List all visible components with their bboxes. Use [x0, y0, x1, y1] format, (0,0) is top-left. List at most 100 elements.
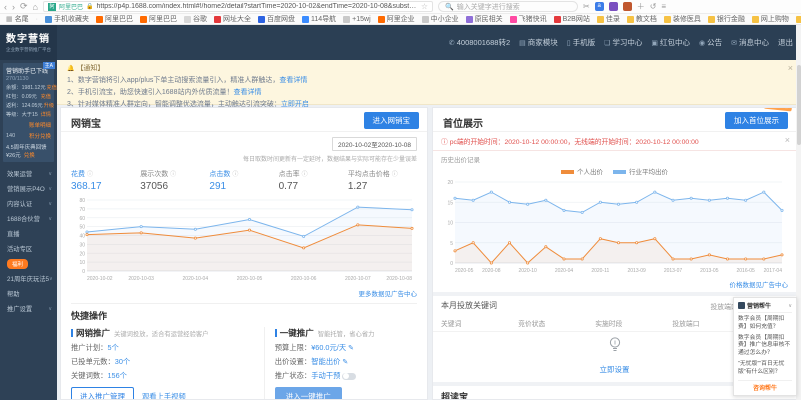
- bookmark-item[interactable]: 谷歌: [184, 14, 207, 24]
- bookmark-item[interactable]: 网址大全: [214, 14, 251, 24]
- sidebar-item-effect-ops[interactable]: 效果运营∨: [0, 166, 57, 181]
- bookmark-item[interactable]: 手机收藏夹: [45, 14, 89, 24]
- sidebar-item-content[interactable]: 内容认证∨: [0, 196, 57, 211]
- keyword-count[interactable]: 156个: [107, 371, 126, 380]
- bookmark-item[interactable]: 中小企业: [422, 14, 459, 24]
- bookmark-item[interactable]: B2B网站: [554, 14, 590, 24]
- enter-promo-management-button[interactable]: 进入推广管理: [71, 387, 134, 400]
- bookmark-item[interactable]: 阿里巴巴: [96, 14, 133, 24]
- stat-clicks[interactable]: 点击数 ⓘ291: [209, 169, 278, 192]
- url-text[interactable]: https://p4p.1688.com/index.html#!/home2/…: [96, 3, 417, 10]
- detail-link[interactable]: 详情: [41, 111, 51, 118]
- unit-count[interactable]: 30个: [115, 357, 130, 366]
- bookmark-item[interactable]: +15wj: [343, 16, 370, 23]
- url-bar[interactable]: 阿 阿里巴巴 🔒 https://p4p.1688.com/index.html…: [43, 1, 433, 12]
- recharge-link[interactable]: 充值: [41, 93, 51, 100]
- bookmark-item[interactable]: 百度网盘: [258, 14, 295, 24]
- bookmark-folder[interactable]: 装修医具: [664, 14, 701, 24]
- scrollbar-thumb[interactable]: [797, 65, 801, 145]
- bookmark-item[interactable]: 飞猪快讯: [510, 14, 547, 24]
- edit-icon[interactable]: ✎: [348, 345, 354, 352]
- recharge-link[interactable]: 充值: [47, 84, 57, 91]
- stat-impressions[interactable]: 展示次数 ⓘ37056: [140, 169, 209, 192]
- bookmark-item[interactable]: 阿里巴巴: [140, 14, 177, 24]
- scissors-icon[interactable]: ✂: [583, 2, 590, 11]
- menu-icon[interactable]: ≡: [661, 2, 666, 11]
- exchange-link[interactable]: 兑换: [24, 153, 35, 159]
- legend-industry-avg[interactable]: 行业平均出价: [613, 166, 668, 176]
- search-text[interactable]: 输入关键字进行搜索: [457, 2, 520, 12]
- stat-cost[interactable]: 花费 ⓘ368.17: [71, 169, 140, 192]
- home-icon[interactable]: ⌂: [33, 2, 38, 12]
- help-widget-header[interactable]: 营销帮牛 ∨: [738, 301, 792, 313]
- consult-button[interactable]: 咨询帮牛: [738, 380, 792, 392]
- legend-personal-bid[interactable]: 个人出价: [561, 166, 603, 176]
- info-icon: ⓘ: [392, 172, 398, 178]
- extension-shield-icon[interactable]: [609, 2, 618, 11]
- sidebar-item-live[interactable]: 直播: [0, 226, 57, 241]
- sidebar-item-display[interactable]: 营销展示P4O∨: [0, 181, 57, 196]
- join-top-position-button[interactable]: 加入首位展示: [725, 112, 788, 129]
- bookmark-folder[interactable]: 教文档: [627, 14, 657, 24]
- plan-count[interactable]: 5个: [107, 343, 118, 352]
- sidebar-item-activity[interactable]: 活动专区: [0, 241, 57, 256]
- svg-text:10: 10: [79, 260, 85, 266]
- extension-m-icon[interactable]: [623, 2, 632, 11]
- header-menu-item[interactable]: ◉公告: [699, 37, 722, 48]
- edit-icon[interactable]: ✎: [342, 359, 348, 366]
- forward-icon[interactable]: ›: [12, 2, 15, 12]
- close-icon[interactable]: ×: [788, 63, 793, 73]
- promo-status-toggle[interactable]: [342, 373, 356, 380]
- sidebar-item-settings[interactable]: 推广设置∨: [0, 301, 57, 316]
- enter-wangxiaobao-button[interactable]: 进入网销宝: [364, 112, 420, 129]
- faq-item[interactable]: 数字会员【周期扣费】推广信息审核不通过怎么办？: [738, 335, 792, 358]
- stat-ctr[interactable]: 点击率 ⓘ0.77: [279, 169, 348, 192]
- quick-search-box[interactable]: 🔍 输入关键字进行搜索: [438, 1, 578, 12]
- bookmark-folder[interactable]: 网上购物: [752, 14, 789, 24]
- bookmark-item[interactable]: 114导航: [302, 14, 336, 24]
- more-data-link[interactable]: 更多数据见广告中心: [71, 288, 417, 298]
- upgrade-link[interactable]: 升级: [44, 102, 54, 109]
- bookmark-item[interactable]: 原民相关: [466, 14, 503, 24]
- header-menu-item[interactable]: ❏学习中心: [604, 37, 642, 48]
- chevron-down-icon[interactable]: ∨: [788, 303, 792, 309]
- faq-item[interactable]: 数字会员【周期扣费】如何充值？: [738, 316, 792, 332]
- setup-now-link[interactable]: 立即设置: [600, 364, 630, 375]
- bookmarks-manager[interactable]: ▦名尾: [6, 14, 29, 24]
- sidebar-item-anniversary[interactable]: 21周年庆玩法5∨: [0, 271, 57, 286]
- bookmark-folder[interactable]: 头条直读: [796, 14, 801, 24]
- header-menu-item[interactable]: ▯手机版: [567, 37, 595, 48]
- refresh-icon[interactable]: ⟳: [20, 1, 28, 12]
- back-icon[interactable]: ‹: [4, 2, 7, 12]
- logout-link[interactable]: 退出: [778, 37, 793, 48]
- header-menu-item[interactable]: ▣红包中心: [651, 37, 690, 48]
- faq-item[interactable]: “无忧版”“百日无忧版”有什么区别？: [738, 361, 792, 377]
- watch-video-link[interactable]: 观看上手视频: [142, 392, 186, 400]
- close-icon[interactable]: ×: [785, 135, 790, 145]
- points-exchange-link[interactable]: 积分兑换: [29, 132, 51, 140]
- bookmark-item[interactable]: 阿里企业: [378, 14, 415, 24]
- legend-label: 行业平均出价: [629, 169, 668, 176]
- date-range-picker[interactable]: 2020-10-02至2020-10-08: [332, 137, 417, 151]
- svg-text:15: 15: [447, 200, 453, 206]
- header-menu-item[interactable]: ▤商家模块: [519, 37, 558, 48]
- stat-avg-cpc[interactable]: 平均点击价格 ⓘ1.27: [348, 169, 417, 192]
- app-logo[interactable]: 数字营销 企业数字营销推广平台: [0, 25, 57, 60]
- bookmark-folder[interactable]: 佳录: [597, 14, 620, 24]
- sidebar-item-help[interactable]: 帮助: [0, 286, 57, 301]
- notice-link[interactable]: 查看详情: [279, 77, 307, 84]
- enter-one-click-promo-button[interactable]: 进入一键推广: [275, 387, 342, 400]
- header-menu-item[interactable]: ✉消息中心: [731, 37, 769, 48]
- add-extension-icon[interactable]: ＋: [637, 1, 645, 12]
- bookmark-folder[interactable]: 银行金融: [708, 14, 745, 24]
- card-desc: 关键词投放，适合有运营经验客户: [114, 329, 208, 338]
- sidebar-item-partner[interactable]: 1688合伙营∨: [0, 211, 57, 226]
- sidebar-item-benefit[interactable]: 福利: [0, 256, 57, 271]
- undo-icon[interactable]: ↺: [650, 2, 657, 11]
- star-icon[interactable]: ☆: [421, 2, 428, 11]
- announcement-icon: ◉: [699, 39, 705, 47]
- bill-detail-link[interactable]: 账单明细: [6, 121, 51, 129]
- notice-link[interactable]: 查看详情: [233, 89, 261, 96]
- extension-a-icon[interactable]: a: [595, 2, 604, 11]
- price-data-link[interactable]: 价格数据见广告中心: [433, 279, 796, 289]
